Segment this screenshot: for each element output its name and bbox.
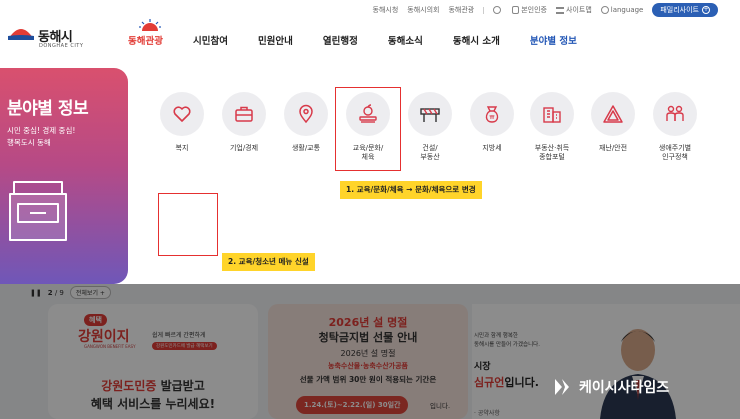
category-label: 복지 [175, 144, 189, 152]
sidebar-desc-1: 시민 중심! 경제 중심! [7, 126, 76, 135]
util-link-cityhall[interactable]: 동해시청 [373, 5, 399, 15]
category-business-economy[interactable]: 기업/경제 [221, 92, 267, 153]
category-label: 생활/교통 [291, 144, 321, 152]
family-site-label: 패밀리사이트 [660, 6, 699, 14]
site-logo[interactable]: 동해시 DONGHAE CITY [6, 20, 86, 56]
category-circle [222, 92, 266, 136]
util-sitemap[interactable]: 사이트맵 [556, 5, 592, 15]
category-construction-realestate[interactable]: 건설/ 부동산 [407, 92, 453, 162]
sidebar-desc-2: 행복도시 동해 [7, 138, 51, 147]
category-welfare[interactable]: 복지 [159, 92, 205, 153]
building-icon [543, 107, 561, 123]
category-circle [160, 92, 204, 136]
money-bag-icon: ₩ [485, 106, 499, 123]
nav-tour-label: 동해관광 [128, 36, 163, 47]
nav-field-info[interactable]: 분야별 정보 [530, 33, 577, 47]
category-circle [530, 92, 574, 136]
annotation-note-2: 2. 교육/청소년 메뉴 신설 [222, 253, 315, 271]
category-circle [653, 92, 697, 136]
map-pin-icon [299, 104, 313, 124]
family-icon [666, 105, 684, 121]
sidebar-title: 분야별 정보 [7, 99, 89, 119]
nav-about[interactable]: 동해시 소개 [453, 33, 500, 47]
mega-menu-sidebar: 분야별 정보 시민 중심! 경제 중심! 행복도시 동해 [0, 68, 128, 284]
nav-participation[interactable]: 시민참여 [193, 33, 228, 47]
highlight-box-education [335, 87, 401, 171]
category-label: 생애주기별 인구정책 [658, 144, 692, 161]
category-label: 재난/안전 [598, 144, 628, 152]
tour-sun-icon [139, 19, 161, 31]
watermark-logo-icon [555, 379, 569, 395]
modal-dim-overlay[interactable] [0, 284, 740, 419]
divider [483, 6, 485, 14]
category-circle: ₩ [470, 92, 514, 136]
util-language[interactable]: language [600, 6, 644, 14]
category-circle [591, 92, 635, 136]
category-disaster-safety[interactable]: 재난/안전 [590, 92, 636, 153]
category-population-policy[interactable]: 생애주기별 인구정책 [652, 92, 698, 162]
svg-text:₩: ₩ [490, 115, 495, 121]
category-realestate-portal[interactable]: 부동산·취득 종합포털 [529, 92, 575, 162]
heart-icon [173, 106, 191, 122]
nav-admin[interactable]: 열린행정 [323, 33, 358, 47]
util-auth[interactable]: 본인인증 [512, 5, 547, 15]
category-label: 지방세 [482, 144, 502, 152]
nav-civil[interactable]: 민원안내 [258, 33, 293, 47]
family-site-button[interactable]: 패밀리사이트 + [652, 3, 718, 17]
category-label: 기업/경제 [229, 144, 259, 152]
category-circle [408, 92, 452, 136]
globe-icon [600, 6, 609, 14]
sitemap-icon [556, 6, 564, 14]
category-label: 건설/ 부동산 [420, 144, 440, 161]
util-search[interactable] [493, 6, 503, 14]
nav-tour[interactable]: 동해관광 [128, 19, 163, 47]
search-icon [493, 6, 502, 14]
logo-sun-icon [8, 29, 34, 40]
category-circle [284, 92, 328, 136]
sidebar-desc: 시민 중심! 경제 중심! 행복도시 동해 [7, 125, 75, 149]
highlight-box-new-menu [158, 193, 218, 256]
briefcase-icon [235, 106, 253, 122]
util-sitemap-label: 사이트맵 [566, 6, 592, 14]
util-auth-label: 본인인증 [521, 6, 547, 14]
utility-bar: 동해시청 동해시의회 동해관광 본인인증 사이트맵 language 패밀리사이… [373, 3, 718, 17]
drawer-illustration-icon [9, 181, 67, 241]
main-nav: 동해관광 시민참여 민원안내 열린행정 동해소식 동해시 소개 분야별 정보 [128, 19, 607, 60]
util-link-tour[interactable]: 동해관광 [448, 5, 474, 15]
nav-news[interactable]: 동해소식 [388, 33, 423, 47]
lock-icon [512, 6, 520, 14]
logo-sub: DONGHAE CITY [39, 43, 84, 49]
util-link-council[interactable]: 동해시의회 [407, 5, 439, 15]
watermark: 케이시사타임즈 [553, 376, 669, 398]
annotation-note-1: 1. 교육/문화/체육 → 문화/체육으로 변경 [340, 181, 482, 199]
util-language-label: language [610, 6, 644, 14]
barrier-icon [420, 108, 440, 122]
watermark-text: 케이시사타임즈 [579, 380, 670, 396]
warning-icon [603, 105, 623, 123]
plus-icon: + [702, 6, 710, 14]
category-life-traffic[interactable]: 생활/교통 [283, 92, 329, 153]
category-local-tax[interactable]: ₩ 지방세 [469, 92, 515, 153]
category-label: 부동산·취득 종합포털 [534, 144, 570, 161]
